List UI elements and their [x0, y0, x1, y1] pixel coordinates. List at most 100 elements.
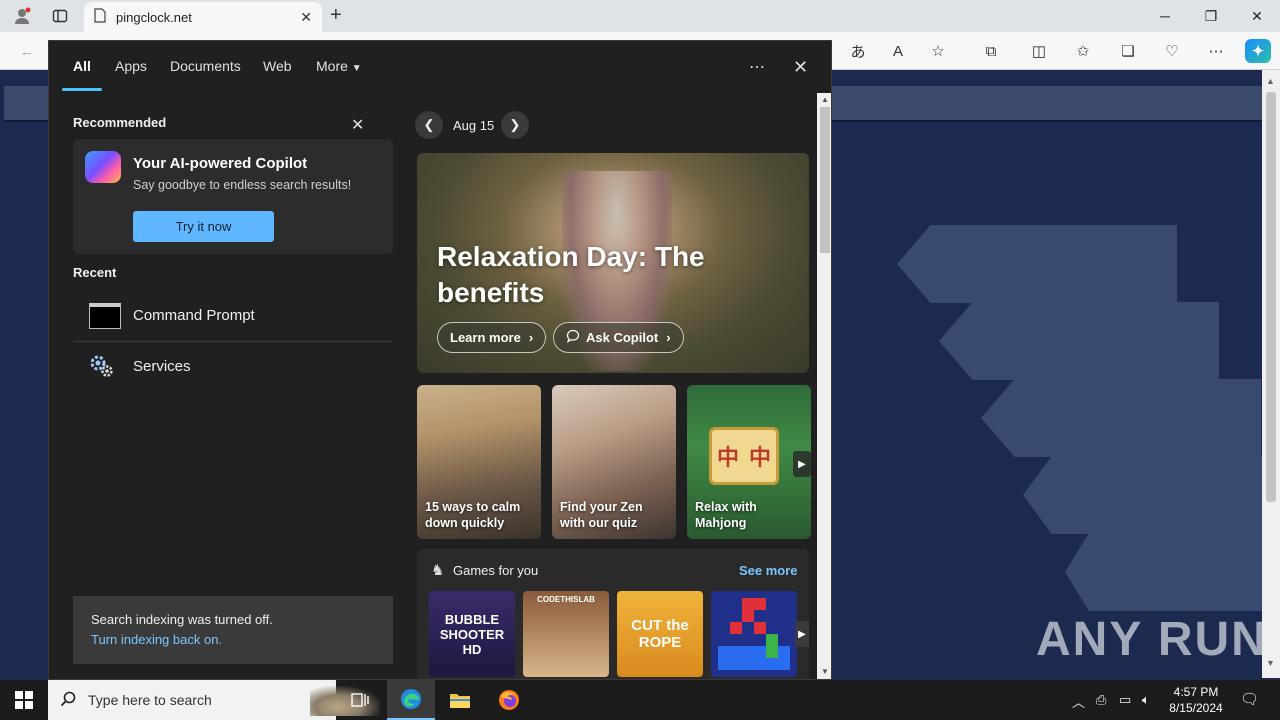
close-window-icon[interactable]: ✕: [1234, 0, 1280, 32]
decor-chevron: [939, 302, 1219, 380]
chat-bubble-icon: [566, 329, 580, 346]
split-screen-icon[interactable]: ◫: [1026, 39, 1052, 63]
copilot-icon[interactable]: ✦: [1245, 39, 1271, 63]
games-heading: Games for you: [453, 563, 539, 578]
favorites-icon[interactable]: ✩: [1070, 39, 1096, 63]
tile-title: Find your Zen with our quiz: [560, 500, 643, 530]
close-tab-icon[interactable]: ✕: [300, 9, 312, 26]
try-it-now-button[interactable]: Try it now: [133, 211, 274, 242]
firefox-icon[interactable]: [485, 680, 533, 720]
indexing-message: Search indexing was turned off.: [91, 612, 273, 627]
tab-documents[interactable]: Documents: [170, 58, 241, 74]
close-panel-icon[interactable]: ✕: [793, 57, 808, 78]
decor-chevron: [897, 225, 1177, 303]
chevron-down-icon: ▼: [351, 63, 362, 74]
clock-time: 4:57 PM: [1173, 685, 1219, 699]
taskbar: Type here to search ︿ ⎙ ▭ 🔈︎ 4:57 PM 8/1…: [0, 680, 1280, 720]
scrollbar-thumb[interactable]: [1266, 92, 1276, 502]
anyrun-watermark: ANY RUN: [1036, 613, 1268, 666]
system-clock[interactable]: 4:57 PM 8/15/2024: [1168, 684, 1224, 716]
clock-date: 8/15/2024: [1169, 701, 1223, 715]
windows-logo-icon: [15, 691, 33, 709]
learn-more-button[interactable]: Learn more ›: [437, 322, 547, 353]
volume-icon[interactable]: 🔈︎: [1142, 692, 1150, 708]
collections-icon[interactable]: ❏: [1115, 39, 1141, 63]
new-tab-icon[interactable]: +: [330, 4, 342, 27]
article-tile[interactable]: Find your Zen with our quiz: [552, 385, 676, 539]
recent-item-label: Command Prompt: [133, 307, 255, 324]
network-icon[interactable]: ▭: [1119, 692, 1131, 708]
game-cut-the-rope[interactable]: CUT the ROPE: [617, 591, 703, 677]
read-aloud-icon[interactable]: A: [885, 39, 911, 63]
hero-card[interactable]: Relaxation Day: The benefits Learn more …: [417, 153, 809, 373]
minimize-icon[interactable]: ─: [1142, 0, 1188, 32]
date-label: Aug 15: [453, 118, 495, 133]
see-more-link[interactable]: See more: [739, 563, 798, 578]
next-day-button[interactable]: ❯: [501, 111, 529, 139]
windows-start-button[interactable]: [0, 680, 48, 720]
panel-scrollbar[interactable]: ▲ ▼: [817, 93, 831, 679]
tab-more-label: More: [316, 58, 348, 74]
learn-more-label: Learn more: [450, 330, 521, 345]
browser-essentials-icon[interactable]: ♡: [1159, 39, 1185, 63]
browser-tab-bar: pingclock.net ✕ + ─ ❐ ✕: [0, 0, 1280, 32]
article-tile[interactable]: 15 ways to calm down quickly: [417, 385, 541, 539]
more-options-icon[interactable]: ⋯: [749, 57, 765, 77]
browser-tab[interactable]: pingclock.net ✕: [84, 2, 322, 32]
turn-indexing-on-link[interactable]: Turn indexing back on.: [91, 632, 222, 647]
game-title: CUT the ROPE: [631, 617, 689, 651]
edge-taskbar-icon[interactable]: [387, 680, 435, 720]
ask-copilot-button[interactable]: Ask Copilot ›: [553, 322, 684, 353]
mahjong-tiles-image: 中中: [709, 427, 779, 485]
settings-more-icon[interactable]: ⋯: [1203, 39, 1229, 63]
scroll-up-icon[interactable]: ▲: [1266, 76, 1275, 86]
game-title: BUBBLE SHOOTER HD: [439, 611, 505, 657]
recent-item-services[interactable]: Services: [73, 342, 393, 392]
game-bubble-shooter[interactable]: BUBBLE SHOOTER HD: [429, 591, 515, 677]
notifications-icon[interactable]: 🗨︎: [1240, 690, 1259, 708]
games-next-icon[interactable]: ▶: [795, 621, 809, 647]
page-scrollbar[interactable]: ▲ ▼: [1262, 70, 1280, 678]
scrollbar-thumb[interactable]: [820, 107, 830, 253]
scroll-down-icon[interactable]: ▼: [1266, 658, 1275, 668]
chevron-right-icon: ❯: [509, 117, 521, 132]
task-view-icon[interactable]: [336, 680, 384, 720]
command-prompt-icon: [89, 303, 121, 329]
recent-item-label: Services: [133, 358, 191, 375]
extensions-icon[interactable]: ⧉: [978, 39, 1004, 63]
back-icon[interactable]: ←: [14, 39, 40, 63]
chevron-right-icon: ›: [528, 330, 534, 345]
tab-web[interactable]: Web: [263, 58, 292, 74]
show-hidden-icons-chevron-icon[interactable]: ︿: [1072, 692, 1085, 711]
scroll-up-icon[interactable]: ▲: [821, 95, 829, 104]
scroll-down-icon[interactable]: ▼: [821, 667, 829, 676]
game-block-puzzle[interactable]: [711, 591, 797, 677]
game-title: CODETHISLAB: [537, 595, 595, 604]
block-puzzle-image: [718, 598, 790, 670]
dismiss-recommended-icon[interactable]: ✕: [351, 115, 364, 135]
decor-chevron: [1065, 533, 1262, 611]
services-gear-icon: [89, 354, 121, 380]
translate-icon[interactable]: あ: [845, 39, 871, 63]
taskbar-search-box[interactable]: Type here to search: [48, 680, 380, 720]
network-drive-icon[interactable]: ⎙: [1096, 692, 1106, 708]
chevron-right-icon: ›: [666, 330, 671, 345]
indexing-notice: Search indexing was turned off. Turn ind…: [73, 596, 393, 664]
restore-icon[interactable]: ❐: [1188, 0, 1234, 32]
recent-item-command-prompt[interactable]: Command Prompt: [73, 291, 393, 341]
tab-apps[interactable]: Apps: [115, 58, 147, 74]
active-tab-indicator: [62, 88, 102, 91]
tab-more[interactable]: More ▼: [316, 58, 362, 74]
recommended-heading: Recommended: [73, 115, 167, 130]
favorite-star-icon[interactable]: ☆: [925, 39, 951, 63]
tab-all[interactable]: All: [73, 58, 91, 74]
file-explorer-icon[interactable]: [436, 680, 484, 720]
profile-icon[interactable]: [10, 4, 34, 28]
previous-day-button[interactable]: ❮: [415, 111, 443, 139]
tile-title: Relax with Mahjong: [695, 500, 757, 530]
search-icon: [60, 691, 76, 711]
decor-chevron: [981, 379, 1261, 457]
tab-actions-icon[interactable]: [48, 4, 72, 28]
tiles-next-icon[interactable]: ▶: [793, 451, 811, 477]
game-chess[interactable]: CODETHISLAB: [523, 591, 609, 677]
